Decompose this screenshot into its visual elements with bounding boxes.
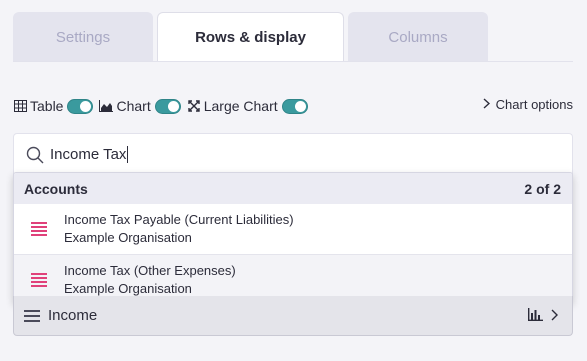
menu-icon[interactable] — [24, 309, 40, 322]
dropdown-title: Accounts — [24, 180, 88, 197]
chevron-right-icon — [483, 97, 490, 112]
large-chart-toggle-group: Large Chart — [187, 98, 308, 114]
account-icon — [31, 272, 47, 287]
text-caret — [127, 146, 129, 163]
search-icon — [26, 146, 44, 164]
chart-options-link[interactable]: Chart options — [483, 97, 573, 112]
chevron-right-icon[interactable] — [551, 308, 558, 326]
list-item-subtitle: Example Organisation — [64, 230, 192, 245]
large-chart-toggle-switch[interactable] — [281, 98, 308, 114]
chart-toggle-group: Chart — [99, 98, 181, 114]
dropdown-header: Accounts 2 of 2 — [14, 173, 572, 204]
list-item[interactable]: Income Tax Payable (Current Liabilities)… — [14, 204, 572, 254]
tab-rows-display[interactable]: Rows & display — [157, 12, 344, 62]
dropdown-count: 2 of 2 — [524, 180, 561, 197]
list-item-title: Income Tax Payable (Current Liabilities) — [64, 212, 294, 227]
list-item-subtitle: Example Organisation — [64, 280, 192, 296]
account-icon — [31, 222, 47, 236]
search-value: Income Tax — [50, 146, 127, 163]
chart-toggle-label: Chart — [116, 98, 151, 114]
table-toggle-switch[interactable] — [67, 98, 94, 114]
income-row-label: Income — [48, 307, 98, 324]
large-chart-toggle-label: Large Chart — [203, 98, 278, 114]
list-item-title: Income Tax (Other Expenses) — [64, 262, 236, 278]
chart-options-label: Chart options — [495, 97, 573, 112]
tab-settings[interactable]: Settings — [13, 12, 153, 62]
table-toggle-group: Table — [13, 98, 94, 114]
tab-columns[interactable]: Columns — [348, 12, 488, 62]
search-input[interactable]: Income Tax — [13, 133, 573, 175]
tab-bar: Settings Rows & display Columns — [13, 12, 488, 62]
table-toggle-label: Table — [30, 98, 64, 114]
bar-chart-icon[interactable] — [527, 308, 543, 326]
table-icon — [13, 99, 27, 113]
income-row-actions — [527, 308, 558, 326]
chart-toggle-switch[interactable] — [154, 98, 181, 114]
income-row[interactable]: Income — [13, 296, 573, 336]
search-results-dropdown: Accounts 2 of 2 Income Tax Payable (Curr… — [13, 172, 573, 303]
expand-icon — [187, 99, 201, 113]
area-chart-icon — [99, 99, 114, 113]
tab-divider — [13, 61, 573, 62]
